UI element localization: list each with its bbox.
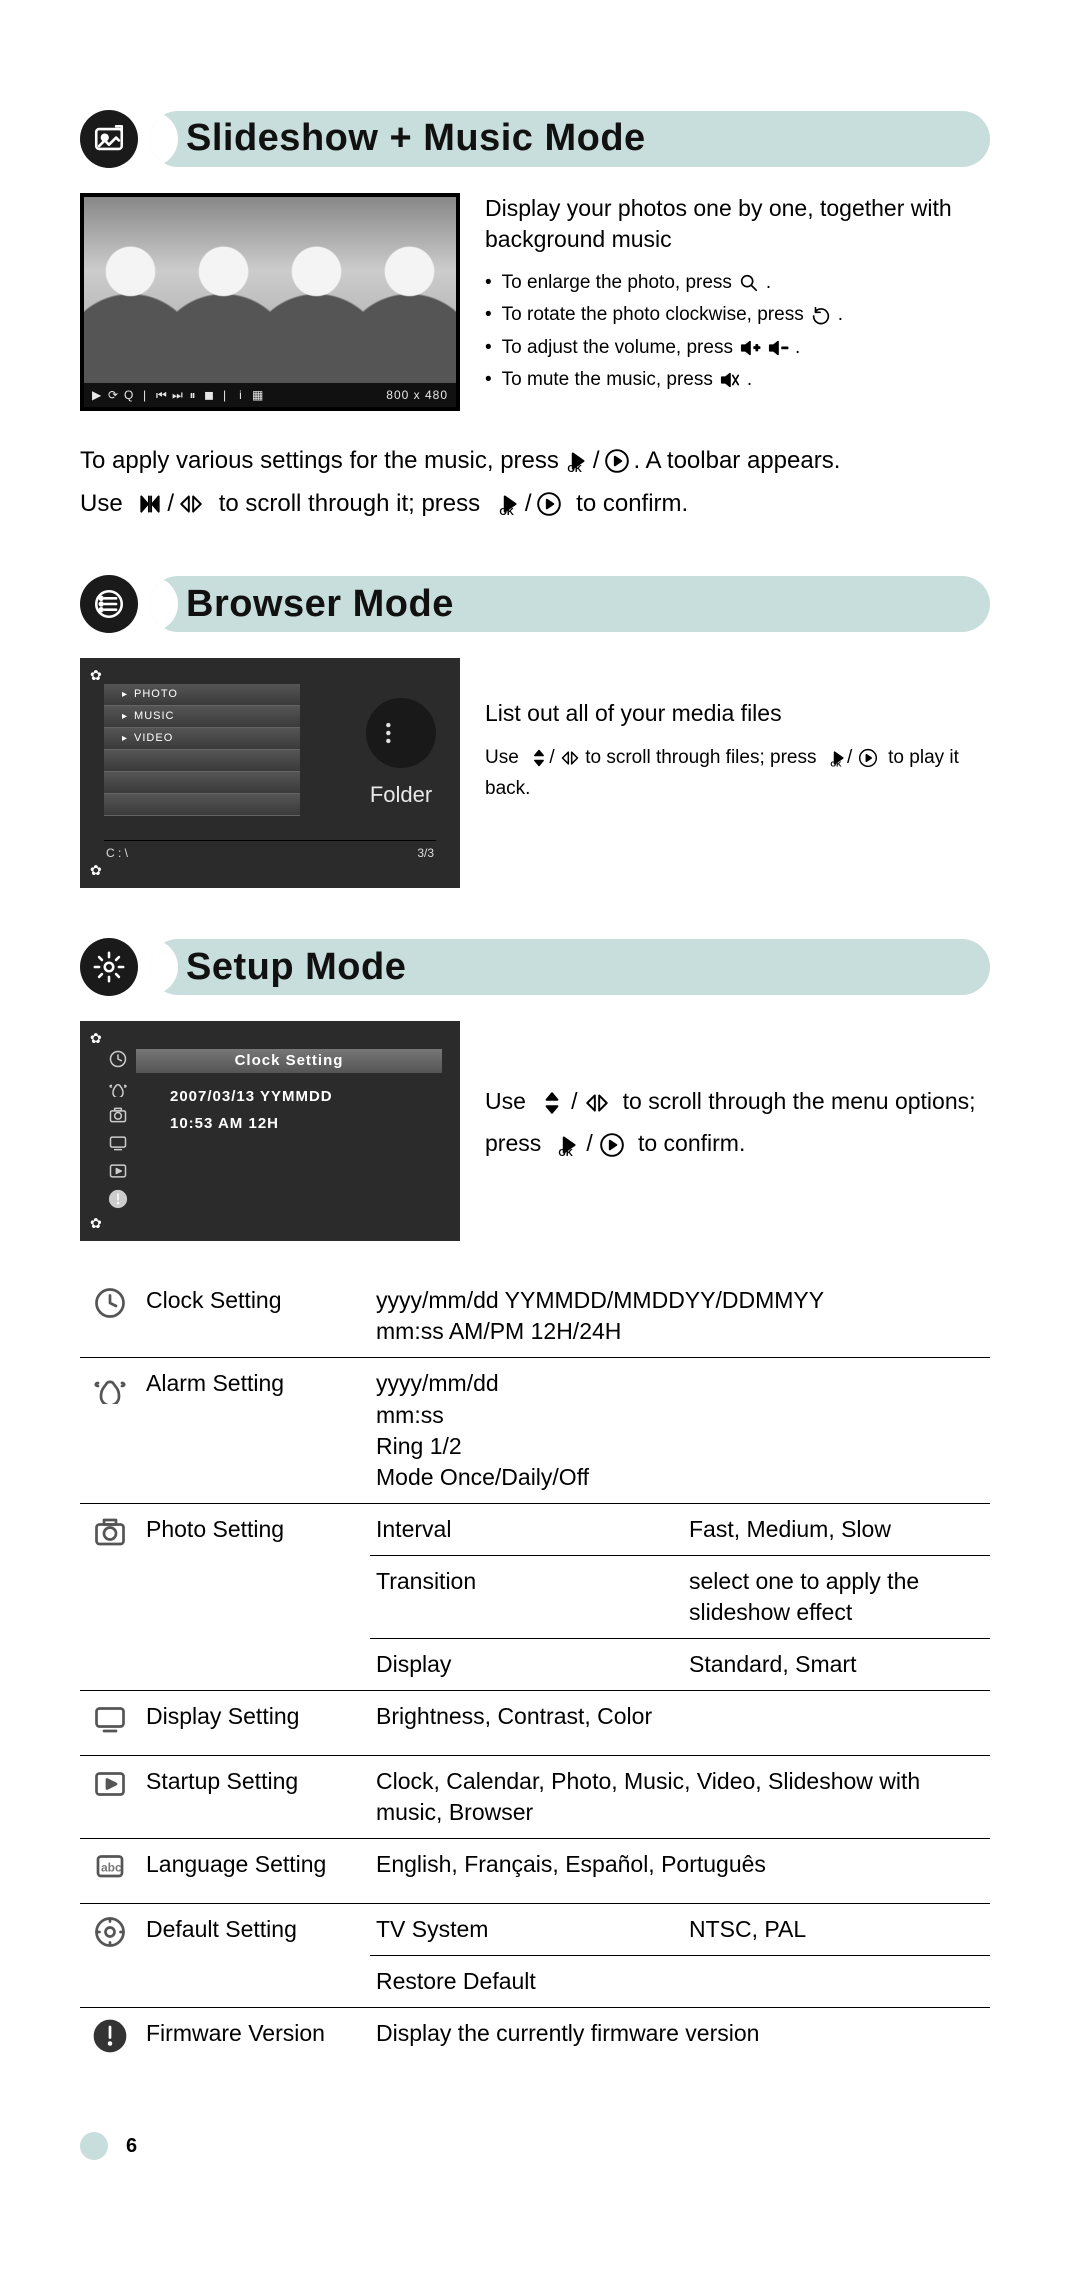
setup-preview: ✿✿ Clock Setting 2007/03/13 YYMMDD 10:53… [80,1021,460,1241]
default-icon [80,1904,140,2008]
left-right-icon [560,748,580,768]
setup-time: 10:53 AM 12H [170,1110,333,1137]
browser-item: MUSIC [104,706,300,728]
browser-preview: ✿ ✿ PHOTO MUSIC VIDEO Folder C : \ 3/3 [80,658,460,888]
play-circle-icon [604,448,630,474]
vol-up-icon [739,337,761,359]
browser-counter: 3/3 [417,845,434,858]
setting-value: Brightness, Contrast, Color [370,1690,990,1755]
slideshow-para-1: To apply various settings for the music,… [80,439,990,482]
setting-name: Language Setting [140,1838,370,1903]
browser-caption: List out all of your media files [485,698,990,729]
section-title: Slideshow + Music Mode [186,113,646,164]
browser-item: PHOTO [104,684,300,706]
setting-name: Firmware Version [140,2008,370,2073]
bullet-volume: To adjust the volume, press. [485,332,990,364]
play-circle-icon [599,1132,625,1158]
play-ok-icon [495,491,521,517]
play-circle-icon [858,748,878,768]
vol-down-icon [767,337,789,359]
left-right-icon [584,1090,610,1116]
magnify-icon [738,272,760,294]
slideshow-para-2: Use / to scroll through it; press / to c… [80,482,990,525]
left-right-icon [178,491,204,517]
browser-item: VIDEO [104,728,300,750]
slideshow-icon [80,110,138,168]
page-footer: 6 [80,2132,990,2160]
setting-name: Default Setting [140,1904,370,2008]
prev-next-icon [137,491,163,517]
alarm-icon [80,1358,140,1503]
browser-path: C : \ [106,845,128,858]
play-ok-icon [554,1132,580,1158]
setting-name: Alarm Setting [140,1358,370,1503]
startup-icon [80,1755,140,1838]
setting-name: Photo Setting [140,1503,370,1690]
up-down-icon [539,1090,565,1116]
page-number: 6 [126,2133,137,2160]
display-icon [80,1690,140,1755]
rotate-icon [810,305,832,327]
bullet-rotate: To rotate the photo clockwise, press. [485,299,990,331]
section-title: Setup Mode [186,942,406,993]
language-icon [80,1838,140,1903]
setting-value: IntervalFast, Medium, Slow Transitionsel… [370,1503,990,1690]
bullet-mute: To mute the music, press. [485,364,990,396]
setting-name: Startup Setting [140,1755,370,1838]
slideshow-preview: ▶⟳Q|⏮⏭⏸◼|i▦ 800 x 480 [80,193,460,411]
preview-playbar: ▶⟳Q|⏮⏭⏸◼|i▦ 800 x 480 [84,383,456,407]
setup-caption: Use / to scroll through the menu options… [485,1021,990,1164]
bullet-enlarge: To enlarge the photo, press. [485,267,990,299]
gear-icon [80,938,138,996]
slideshow-intro: Display your photos one by one, together… [485,193,990,255]
preview-resolution: 800 x 480 [386,387,448,403]
folder-icon [366,698,436,768]
section-title: Browser Mode [186,579,454,630]
settings-table: Clock Setting yyyy/mm/dd YYMMDD/MMDDYY/D… [80,1275,990,2072]
setup-date: 2007/03/13 YYMMDD [170,1083,333,1110]
clock-icon [80,1275,140,1358]
firmware-icon [80,2008,140,2073]
setting-value: yyyy/mm/dd mm:ss Ring 1/2 Mode Once/Dail… [370,1358,990,1503]
setting-value: Clock, Calendar, Photo, Music, Video, Sl… [370,1755,990,1838]
browser-hint: Use / to scroll through files; press / t… [485,743,990,804]
folder-label: Folder [366,780,436,810]
setting-name: Display Setting [140,1690,370,1755]
setting-value: Display the currently firmware version [370,2008,990,2073]
setting-name: Clock Setting [140,1275,370,1358]
play-ok-icon [827,748,847,768]
play-circle-icon [536,491,562,517]
camera-icon [80,1503,140,1690]
setting-value: TV SystemNTSC, PAL Restore Default [370,1904,990,2008]
section-header-setup: Setup Mode [80,938,990,996]
up-down-icon [529,748,549,768]
setting-value: yyyy/mm/dd YYMMDD/MMDDYY/DDMMYY mm:ss AM… [370,1275,990,1358]
play-ok-icon [563,448,589,474]
section-header-slideshow: Slideshow + Music Mode [80,110,990,168]
list-icon [80,575,138,633]
setup-panel-title: Clock Setting [136,1049,442,1073]
setting-value: English, Français, Español, Português [370,1838,990,1903]
section-header-browser: Browser Mode [80,575,990,633]
mute-icon [719,369,741,391]
